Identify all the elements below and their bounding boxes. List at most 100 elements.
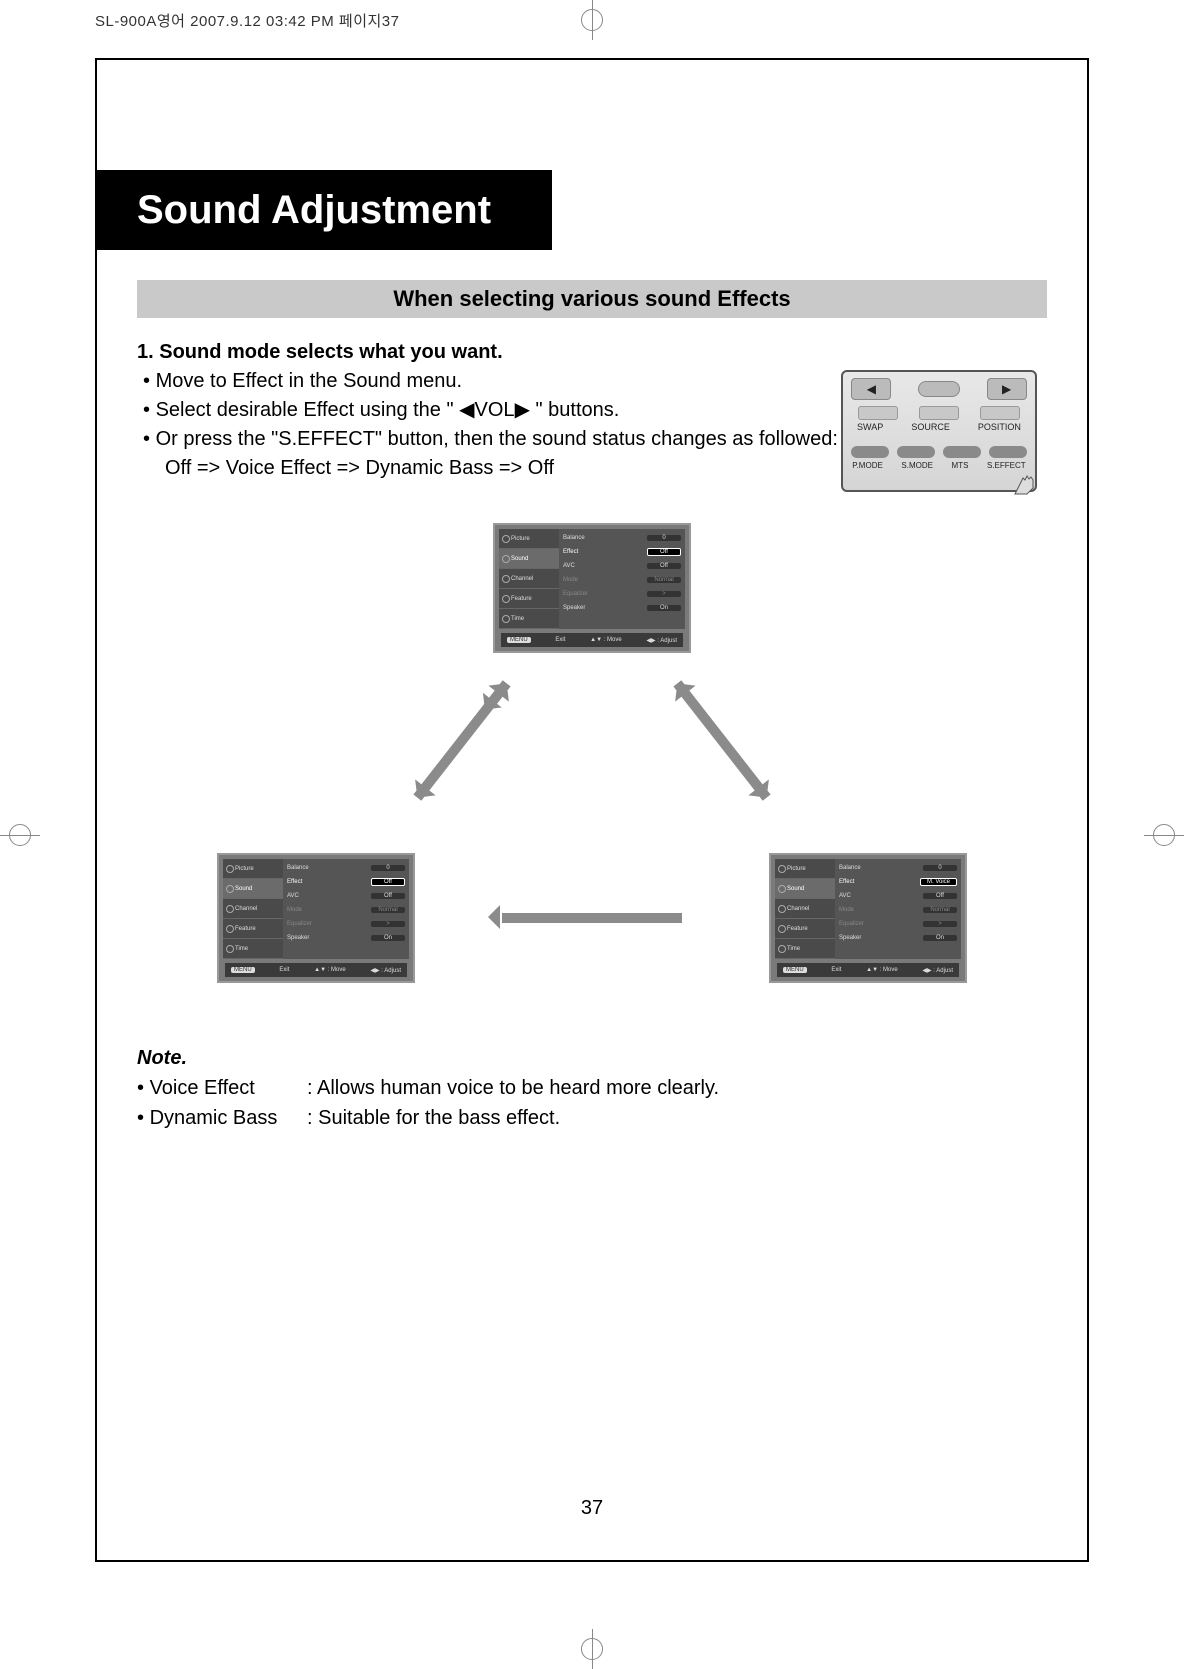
osd-val-speaker: On: [647, 605, 681, 611]
osd-row-equalizer: Equalizer: [839, 921, 864, 927]
remote-pmode-button: [851, 446, 889, 458]
remote-source-label: SOURCE: [911, 422, 950, 432]
osd-footer-exit: Exit: [555, 637, 565, 643]
note-desc-voice: Allows human voice to be heard more clea…: [307, 1073, 719, 1103]
osd-tab-picture: Picture: [499, 529, 559, 549]
osd-val-mode: Normal: [371, 907, 405, 913]
osd-val-mode: Normal: [647, 577, 681, 583]
osd-tab-time: Time: [499, 609, 559, 629]
osd-footer-adjust: ◀▶ : Adjust: [646, 637, 677, 644]
osd-tab-picture: Picture: [775, 859, 835, 879]
osd-row-speaker: Speaker: [839, 935, 861, 941]
osd-val-speaker: On: [371, 935, 405, 941]
osd-val-avc: Off: [923, 893, 957, 899]
step-heading: 1. Sound mode selects what you want.: [137, 338, 1047, 367]
osd-val-balance: 0: [371, 865, 405, 871]
osd-row-avc: AVC: [287, 893, 299, 899]
page-title: Sound Adjustment: [97, 170, 552, 250]
osd-tab-picture: Picture: [223, 859, 283, 879]
osd-row-mode: Mode: [287, 907, 302, 913]
arrow-right-to-left-icon: [502, 913, 682, 923]
remote-seffect-button: [989, 446, 1027, 458]
osd-row-balance: Balance: [563, 535, 585, 541]
osd-tab-sound: Sound: [499, 549, 559, 569]
osd-tab-feature: Feature: [775, 919, 835, 939]
osd-screenshot-top: Picture Sound Channel Feature Time Balan…: [493, 523, 691, 653]
osd-tab-sound: Sound: [223, 879, 283, 899]
note-heading: Note.: [137, 1043, 1047, 1073]
bullet2-mid: VOL: [475, 399, 515, 421]
osd-tab-feature: Feature: [223, 919, 283, 939]
crop-mark-top: [572, 0, 612, 40]
osd-tab-channel: Channel: [499, 569, 559, 589]
osd-footer-exit: Exit: [831, 967, 841, 973]
osd-val-equalizer: >: [923, 921, 957, 927]
bullet2-pre: Select desirable Effect using the ": [156, 399, 460, 421]
remote-illustration: ◀ ▶ SWAP SOURCE POSITION P.MODE S.MODE M…: [841, 370, 1037, 492]
osd-tab-channel: Channel: [223, 899, 283, 919]
osd-val-effect-off: Off: [371, 878, 405, 886]
osd-row-effect: Effect: [563, 549, 578, 555]
remote-smode-button: [897, 446, 935, 458]
remote-right-arrow-icon: ▶: [987, 378, 1027, 400]
osd-row-equalizer: Equalizer: [287, 921, 312, 927]
crop-mark-bottom: [572, 1629, 612, 1669]
remote-source-button: [919, 406, 959, 420]
arrow-top-to-right-icon: [673, 680, 770, 800]
osd-footer-exitkey: MENU: [783, 967, 807, 973]
osd-val-effect-off: Off: [647, 548, 681, 556]
osd-screenshot-bottom-right: Picture Sound Channel Feature Time Balan…: [769, 853, 967, 983]
osd-footer-move: ▲▼ : Move: [866, 967, 898, 973]
remote-left-arrow-icon: ◀: [851, 378, 891, 400]
bullet2-post: " buttons.: [530, 399, 619, 421]
osd-row-effect: Effect: [287, 879, 302, 885]
osd-tab-time: Time: [775, 939, 835, 959]
pointing-hand-icon: [1011, 466, 1041, 496]
section-heading: When selecting various sound Effects: [137, 280, 1047, 318]
osd-tab-sound: Sound: [775, 879, 835, 899]
remote-position-label: POSITION: [978, 422, 1021, 432]
remote-mts-button: [943, 446, 981, 458]
osd-tab-channel: Channel: [775, 899, 835, 919]
osd-val-mode: Normal: [923, 907, 957, 913]
prepress-header: SL-900A영어 2007.9.12 03:42 PM 페이지37: [95, 10, 400, 31]
remote-smode-label: S.MODE: [901, 461, 933, 470]
osd-row-avc: AVC: [563, 563, 575, 569]
osd-footer-exitkey: MENU: [507, 637, 531, 643]
osd-val-equalizer: >: [371, 921, 405, 927]
remote-pmode-label: P.MODE: [852, 461, 883, 470]
osd-val-equalizer: >: [647, 591, 681, 597]
osd-cycle-diagram: Picture Sound Channel Feature Time Balan…: [137, 523, 1047, 983]
page-number: 37: [97, 1497, 1087, 1520]
osd-tab-feature: Feature: [499, 589, 559, 609]
vol-left-icon: ◀: [459, 399, 474, 421]
note-block: Note. Voice Effect Allows human voice to…: [137, 1043, 1047, 1133]
osd-footer-exitkey: MENU: [231, 967, 255, 973]
osd-screenshot-bottom-left: Picture Sound Channel Feature Time Balan…: [217, 853, 415, 983]
osd-row-effect: Effect: [839, 879, 854, 885]
note-desc-bass: Suitable for the bass effect.: [307, 1103, 560, 1133]
note-term-voice: Voice Effect: [137, 1073, 307, 1103]
osd-row-mode: Mode: [563, 577, 578, 583]
osd-tab-time: Time: [223, 939, 283, 959]
osd-footer-adjust: ◀▶ : Adjust: [922, 967, 953, 974]
arrow-top-to-left-icon: [413, 680, 510, 800]
osd-footer-adjust: ◀▶ : Adjust: [370, 967, 401, 974]
page-frame: Sound Adjustment When selecting various …: [95, 58, 1089, 1562]
osd-row-speaker: Speaker: [563, 605, 585, 611]
remote-position-button: [980, 406, 1020, 420]
osd-footer-exit: Exit: [279, 967, 289, 973]
osd-footer-move: ▲▼ : Move: [590, 637, 622, 643]
crop-mark-right: [1144, 815, 1184, 855]
remote-swap-button: [858, 406, 898, 420]
osd-row-balance: Balance: [287, 865, 309, 871]
osd-val-avc: Off: [647, 563, 681, 569]
osd-footer-move: ▲▼ : Move: [314, 967, 346, 973]
remote-center-button: [918, 381, 960, 397]
osd-val-avc: Off: [371, 893, 405, 899]
bullet3-main: Or press the "S.EFFECT" button, then the…: [156, 428, 838, 450]
osd-val-balance: 0: [647, 535, 681, 541]
crop-mark-left: [0, 815, 40, 855]
osd-row-speaker: Speaker: [287, 935, 309, 941]
osd-row-avc: AVC: [839, 893, 851, 899]
